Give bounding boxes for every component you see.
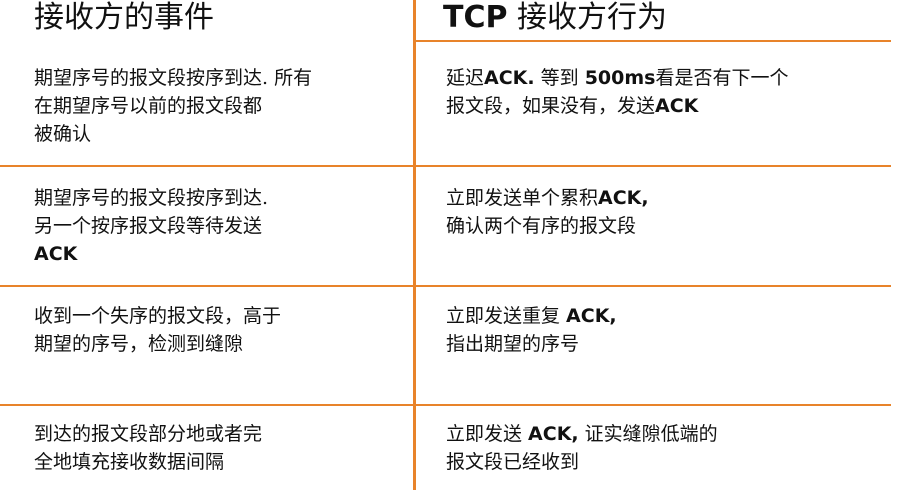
row-1-action: 延迟ACK. 等到 500ms看是否有下一个 报文段，如果没有，发送ACK	[446, 64, 896, 120]
bold-span: ACK,	[598, 187, 649, 209]
row-4-action: 立即发送 ACK, 证实缝隙低端的 报文段已经收到	[446, 420, 896, 476]
row-2-event-line-1: 期望序号的报文段按序到达.	[34, 187, 269, 209]
row-1-event: 期望序号的报文段按序到达. 所有 在期望序号以前的报文段都 被确认	[34, 64, 394, 148]
row-divider-1	[0, 165, 891, 167]
column-divider	[413, 0, 416, 490]
row-3-action: 立即发送重复 ACK, 指出期望的序号	[446, 302, 896, 358]
text-span: 看是否有下一个	[655, 67, 789, 89]
text-span: 延迟	[446, 67, 485, 89]
bold-span: ACK	[655, 95, 699, 117]
header-behavior-label: 接收方行为	[507, 0, 668, 35]
row-1-event-line-2: 在期望序号以前的报文段都	[34, 95, 263, 117]
row-4-event-line-2: 全地填充接收数据间隔	[34, 451, 225, 473]
row-4-event-line-1: 到达的报文段部分地或者完	[34, 423, 263, 445]
header-event: 接收方的事件	[34, 0, 214, 35]
row-divider-2	[0, 285, 891, 287]
text-span: 立即发送单个累积	[446, 187, 599, 209]
row-4-action-line-2: 报文段已经收到	[446, 448, 896, 476]
row-2-action: 立即发送单个累积ACK, 确认两个有序的报文段	[446, 184, 896, 240]
row-4-action-line-1: 立即发送 ACK, 证实缝隙低端的	[446, 420, 896, 448]
bold-span: ACK,	[566, 305, 617, 327]
row-3-event-line-1: 收到一个失序的报文段，高于	[34, 305, 282, 327]
row-2-action-line-1: 立即发送单个累积ACK,	[446, 184, 896, 212]
row-1-event-line-3: 被确认	[34, 123, 92, 145]
row-2-event: 期望序号的报文段按序到达. 另一个按序报文段等待发送 ACK	[34, 184, 394, 268]
text-span: 立即发送重复	[446, 305, 567, 327]
header-divider	[414, 40, 891, 42]
text-span: 证实缝隙低端的	[578, 423, 718, 445]
text-span: 报文段，如果没有，发送	[446, 95, 656, 117]
bold-span: ACK,	[528, 423, 579, 445]
row-3-event: 收到一个失序的报文段，高于 期望的序号，检测到缝隙	[34, 302, 394, 358]
text-span: 立即发送	[446, 423, 529, 445]
row-1-event-line-1: 期望序号的报文段按序到达. 所有	[34, 67, 313, 89]
row-2-event-line-2: 另一个按序报文段等待发送	[34, 215, 263, 237]
text-span: 确认两个有序的报文段	[446, 215, 637, 237]
row-1-action-line-2: 报文段，如果没有，发送ACK	[446, 92, 896, 120]
row-3-action-line-2: 指出期望的序号	[446, 330, 896, 358]
row-4-event: 到达的报文段部分地或者完 全地填充接收数据间隔	[34, 420, 394, 476]
header-tcp-behavior: TCP 接收方行为	[443, 0, 667, 36]
row-2-event-line-3: ACK	[34, 243, 78, 265]
row-1-action-line-1: 延迟ACK. 等到 500ms看是否有下一个	[446, 64, 896, 92]
text-span: 等到	[534, 67, 585, 89]
row-3-action-line-1: 立即发送重复 ACK,	[446, 302, 896, 330]
row-2-action-line-2: 确认两个有序的报文段	[446, 212, 896, 240]
row-divider-3	[0, 404, 891, 406]
text-span: 报文段已经收到	[446, 451, 580, 473]
bold-span: ACK.	[484, 67, 535, 89]
bold-span: 500ms	[584, 67, 656, 89]
header-tcp-label: TCP	[443, 0, 508, 35]
row-3-event-line-2: 期望的序号，检测到缝隙	[34, 333, 244, 355]
text-span: 指出期望的序号	[446, 333, 580, 355]
